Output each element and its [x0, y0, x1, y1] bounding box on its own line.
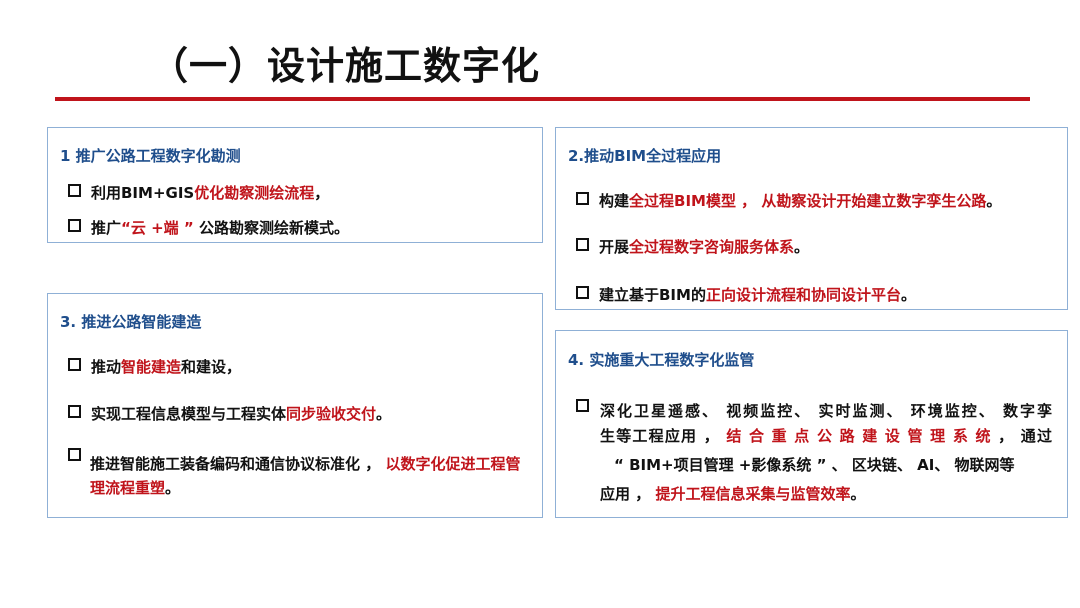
panel-heading: 1 推广公路工程数字化勘测	[60, 147, 241, 165]
bullet-item: 推动智能建造和建设，	[68, 356, 528, 378]
bullet-highlight: 智能建造	[121, 358, 182, 376]
paragraph-line: 生等工程应用 ， 结 合 重 点 公 路 建 设 管 理 系 统 ， 通过	[600, 424, 1052, 448]
bullet-text: 。	[794, 238, 810, 256]
title-underline	[55, 97, 1030, 101]
bullet-text: 开展	[599, 238, 630, 256]
paragraph-line: “ BIM+项目管理 +影像系统 ” 、 区块链、 AI、 物联网等	[614, 456, 1015, 474]
line-text: 生等工程应用 ，	[600, 427, 727, 445]
panel-heading: 4. 实施重大工程数字化监管	[568, 351, 755, 369]
bullet-item: 建立基于BIM的正向设计流程和协同设计平台。	[576, 284, 1053, 306]
line-highlight: 提升工程信息采集与监管效率	[655, 485, 851, 503]
line-text: 应用 ，	[600, 485, 656, 503]
checkbox-icon	[68, 184, 81, 197]
bullet-highlight: 全过程BIM模型 ， 从勘察设计开始建立数字孪生公路	[629, 192, 987, 210]
bullet-text: 公路勘察测绘新模式。	[193, 219, 349, 237]
checkbox-icon	[68, 219, 81, 232]
bullet-text: 。	[165, 479, 181, 497]
panel-bim-lifecycle: 2.推动BIM全过程应用 构建全过程BIM模型 ， 从勘察设计开始建立数字孪生公…	[555, 127, 1068, 310]
bullet-text: 推进智能施工装备编码和通信协议标准化 ，	[90, 455, 386, 473]
bullet-item: 利用BIM+GIS优化勘察测绘流程，	[68, 182, 528, 204]
checkbox-icon	[576, 192, 589, 205]
bullet-text: 实现工程信息模型与工程实体	[91, 405, 287, 423]
panel-smart-construction: 3. 推进公路智能建造 推动智能建造和建设， 实现工程信息模型与工程实体同步验收…	[47, 293, 543, 518]
panel-digital-survey: 1 推广公路工程数字化勘测 利用BIM+GIS优化勘察测绘流程， 推广“云 +端…	[47, 127, 543, 243]
panel-heading: 3. 推进公路智能建造	[60, 313, 202, 331]
bullet-text-block: 推进智能施工装备编码和通信协议标准化 ， 以数字化促进工程管理流程重塑。	[68, 452, 528, 500]
bullet-highlight: 全过程数字咨询服务体系	[629, 238, 795, 256]
bullet-item: 开展全过程数字咨询服务体系。	[576, 236, 1053, 258]
checkbox-icon	[576, 286, 589, 299]
line-text: 。	[850, 485, 866, 503]
bullet-text: 构建	[599, 192, 630, 210]
bullet-text: 推动	[91, 358, 122, 376]
bullet-highlight: “云 +端 ”	[121, 219, 194, 237]
panel-heading: 2.推动BIM全过程应用	[568, 147, 722, 165]
bullet-text: 利用BIM+GIS	[91, 184, 195, 202]
bullet-highlight: 正向设计流程和协同设计平台	[705, 286, 901, 304]
bullet-text: 。	[900, 286, 916, 304]
bullet-text: 和建设，	[181, 358, 242, 376]
paragraph-line: 深化卫星遥感、 视频监控、 实时监测、 环境监控、 数字孪	[600, 402, 1052, 420]
bullet-text: 建立基于BIM的	[599, 286, 706, 304]
bullet-item: 构建全过程BIM模型 ， 从勘察设计开始建立数字孪生公路。	[576, 190, 1053, 212]
bullet-text: ，	[314, 184, 330, 202]
checkbox-icon	[576, 399, 589, 412]
page-title: （一）设计施工数字化	[150, 44, 541, 88]
checkbox-icon	[68, 405, 81, 418]
line-text: ， 通过	[991, 427, 1052, 445]
checkbox-icon	[68, 448, 81, 461]
checkbox-icon	[576, 238, 589, 251]
line-highlight: 结 合 重 点 公 路 建 设 管 理 系 统	[726, 427, 992, 445]
bullet-text: 。	[376, 405, 392, 423]
bullet-text: 推广	[91, 219, 122, 237]
bullet-item: 推进智能施工装备编码和通信协议标准化 ， 以数字化促进工程管理流程重塑。	[68, 448, 528, 500]
bullet-highlight: 优化勘察测绘流程	[194, 184, 315, 202]
checkbox-icon	[68, 358, 81, 371]
bullet-item: 实现工程信息模型与工程实体同步验收交付。	[68, 403, 528, 425]
bullet-highlight: 同步验收交付	[286, 405, 377, 423]
paragraph-line: 应用 ， 提升工程信息采集与监管效率。	[600, 482, 1052, 506]
panel-digital-supervision: 4. 实施重大工程数字化监管 深化卫星遥感、 视频监控、 实时监测、 环境监控、…	[555, 330, 1068, 518]
bullet-paragraph: 深化卫星遥感、 视频监控、 实时监测、 环境监控、 数字孪 生等工程应用 ， 结…	[600, 399, 1052, 506]
bullet-text: 。	[986, 192, 1002, 210]
bullet-item: 推广“云 +端 ” 公路勘察测绘新模式。	[68, 217, 528, 239]
